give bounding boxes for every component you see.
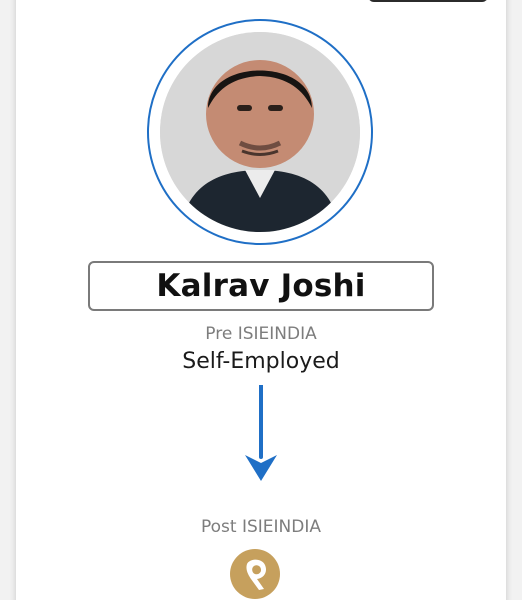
profile-card: Kalrav Joshi Pre ISIEINDIA Self-Employed… bbox=[16, 0, 506, 600]
name-box: Kalrav Joshi bbox=[88, 261, 434, 311]
pre-value: Self-Employed bbox=[182, 349, 340, 374]
pre-label: Pre ISIEINDIA bbox=[205, 324, 317, 344]
post-label: Post ISIEINDIA bbox=[201, 517, 321, 537]
avatar-photo bbox=[160, 32, 360, 232]
arrow-down-icon bbox=[245, 385, 277, 481]
top-tab[interactable] bbox=[368, 0, 488, 2]
profile-name: Kalrav Joshi bbox=[156, 268, 366, 304]
avatar bbox=[160, 32, 360, 232]
company-logo-icon bbox=[230, 549, 280, 599]
